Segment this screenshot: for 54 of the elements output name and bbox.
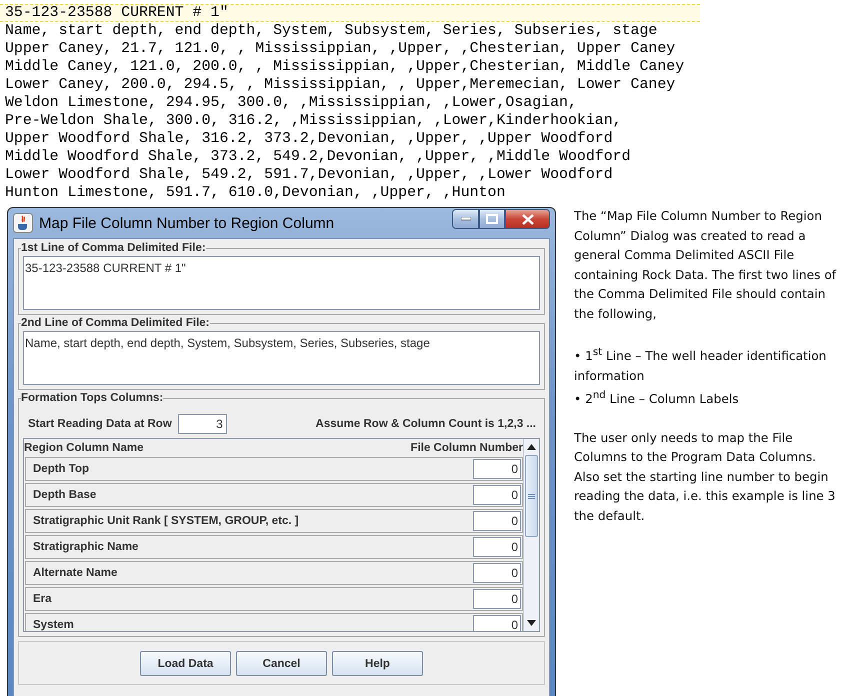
region-column-name: Alternate Name	[33, 567, 118, 579]
scroll-down-icon[interactable]	[527, 620, 536, 626]
scroll-thumb[interactable]	[525, 455, 538, 537]
file-line: Upper Caney, 21.7, 121.0, , Mississippian, ,Upper, ,Chesterian, Upper Caney	[5, 40, 676, 58]
minimize-button[interactable]	[452, 209, 479, 229]
column-header: File Column Number	[410, 442, 523, 454]
file-line: Pre-Weldon Shale, 300.0, 316.2, ,Mississippian, ,Lower,Kinderhookian,	[5, 112, 623, 130]
file-column-field[interactable]: 0	[473, 537, 521, 557]
group-label: 2nd Line of Comma Delimited File:	[21, 317, 210, 329]
second-line-field[interactable]: Name, start depth, end depth, System, Subsystem, Series, Subseries, stage	[23, 331, 540, 385]
count-note: Assume Row & Column Count is 1,2,3 ...	[316, 418, 536, 430]
minimize-icon	[460, 217, 470, 221]
maximize-icon	[486, 214, 498, 224]
region-column-name: Depth Base	[33, 489, 96, 501]
region-column-name: System	[33, 619, 74, 631]
file-line: Weldon Limestone, 294.95, 300.0, ,Mississippian, ,Lower,Osagian,	[5, 94, 578, 112]
coffee-cup-icon	[13, 213, 33, 233]
file-line: Name, start depth, end depth, System, Subsystem, Series, Subseries, stage	[5, 22, 658, 40]
region-column-name: Stratigraphic Unit Rank [ SYSTEM, GROUP, etc. ]	[33, 515, 299, 527]
file-line: Upper Woodford Shale, 316.2, 373.2,Devonian, ,Upper, ,Upper Woodford	[5, 130, 614, 148]
group-label: 1st Line of Comma Delimited File:	[21, 242, 206, 254]
scrollbar[interactable]	[523, 439, 539, 631]
bullet-item: • 2$^{nd}$ Line – Column Labels	[574, 389, 740, 408]
description-paragraph: The “Map File Column Number to Region Column” Dialog was created to read a general Comma Delimited ASCII File containing Rock Data. The first two lines of the Comma Delimited File should contain the following,	[574, 208, 838, 322]
bullet-item: • 1$^{st}$ Line – The well header identification information	[574, 346, 828, 385]
start-row-field[interactable]: 3	[178, 414, 227, 434]
group-label: Formation Tops Columns:	[21, 392, 164, 404]
region-column-name: Era	[33, 593, 52, 605]
maximize-button[interactable]	[479, 209, 505, 229]
region-column-name: Depth Top	[33, 463, 89, 475]
file-line: Lower Woodford Shale, 549.2, 591.7,Devonian, ,Upper, ,Lower Woodford	[5, 166, 614, 184]
dialog-button[interactable]: Load Data	[140, 651, 231, 676]
dialog-button[interactable]: Help	[332, 651, 423, 676]
first-line-field[interactable]: 35-123-23588 CURRENT # 1"	[23, 256, 540, 310]
window-title: Map File Column Number to Region Column	[39, 214, 336, 232]
close-icon	[522, 214, 534, 224]
file-line: Middle Caney, 121.0, 200.0, , Mississippian, ,Upper,Chesterian, Middle Caney	[5, 58, 686, 76]
file-column-field[interactable]: 0	[473, 511, 521, 531]
file-column-field[interactable]: 0	[473, 589, 521, 609]
file-line: Hunton Limestone, 591.7, 610.0,Devonian, ,Upper, ,Hunton	[5, 184, 506, 202]
file-column-field[interactable]: 0	[473, 563, 521, 583]
description-paragraph: The user only needs to map the File Columns to the Program Data Columns. Also set the starting line number to begin reading the data, i.e. this example is line 3 the default.	[574, 430, 836, 525]
grip-icon	[528, 494, 535, 498]
file-line: Lower Caney, 200.0, 294.5, , Mississippian, , Upper,Meremecian, Lower Caney	[5, 76, 676, 94]
dialog-button[interactable]: Cancel	[236, 651, 327, 676]
file-column-field[interactable]: 0	[473, 615, 521, 631]
column-header: Region Column Name	[24, 442, 144, 454]
scroll-up-icon[interactable]	[527, 444, 536, 450]
file-column-field[interactable]: 0	[473, 459, 521, 479]
close-button[interactable]	[505, 209, 550, 229]
start-row-label: Start Reading Data at Row	[28, 418, 172, 430]
region-column-name: Stratigraphic Name	[33, 541, 138, 553]
file-column-field[interactable]: 0	[473, 485, 521, 505]
file-line: Middle Woodford Shale, 373.2, 549.2,Devonian, ,Upper, ,Middle Woodford	[5, 148, 632, 166]
